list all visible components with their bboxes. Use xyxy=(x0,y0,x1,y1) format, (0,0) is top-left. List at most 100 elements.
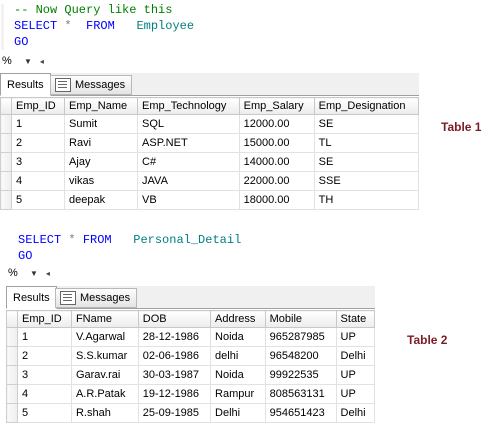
table-cell[interactable]: UP xyxy=(335,365,376,385)
table-row[interactable]: 4 A.R.Patak 19-12-1986 Rampur 808563131 UP xyxy=(6,384,376,404)
table-cell[interactable]: 2 xyxy=(10,133,66,153)
table-cell[interactable]: 18000.00 xyxy=(238,190,315,210)
table-row[interactable]: 5 R.shah 25-09-1985 Delhi 954651423 Delhi xyxy=(6,403,376,423)
row-selector[interactable] xyxy=(0,114,12,134)
table-row[interactable]: 3 Garav.rai 30-03-1987 Noida 99922535 UP xyxy=(6,365,376,385)
table-cell[interactable]: SQL xyxy=(137,114,240,134)
sql-statement-1[interactable]: SELECT * FROM Employee xyxy=(14,18,194,34)
sql-statement-2[interactable]: SELECT * FROM Personal_Detail xyxy=(18,232,241,248)
table-cell[interactable]: TH xyxy=(313,190,420,210)
table-cell[interactable]: Delhi xyxy=(335,346,376,366)
table-cell[interactable]: JAVA xyxy=(137,171,240,191)
table-cell[interactable]: SE xyxy=(313,114,420,134)
row-selector[interactable] xyxy=(6,346,18,366)
tab-messages-1[interactable]: Messages xyxy=(50,75,133,95)
table-cell[interactable]: 02-06-1986 xyxy=(137,346,212,366)
tab-results-2[interactable]: Results xyxy=(6,286,57,309)
zoom-control[interactable]: % ▼ ◂ xyxy=(6,265,66,281)
table-cell[interactable]: VB xyxy=(137,190,240,210)
table-cell[interactable]: UP xyxy=(335,327,376,347)
chevron-down-icon[interactable]: ▼ xyxy=(24,57,32,66)
table-cell[interactable]: 965287985 xyxy=(264,327,337,347)
grid-corner[interactable] xyxy=(6,310,18,328)
column-header[interactable]: Emp_ID xyxy=(17,310,72,328)
table-cell[interactable]: Noida xyxy=(210,365,266,385)
table-row[interactable]: 1 V.Agarwal 28-12-1986 Noida 965287985 UP xyxy=(6,327,376,347)
table-cell[interactable]: 3 xyxy=(10,152,66,172)
row-selector[interactable] xyxy=(0,171,12,191)
table-cell[interactable]: Delhi xyxy=(335,403,376,423)
table-cell[interactable]: A.R.Patak xyxy=(70,384,139,404)
column-header[interactable]: Emp_ID xyxy=(10,97,66,115)
table-cell[interactable]: Delhi xyxy=(210,403,266,423)
tab-results-1[interactable]: Results xyxy=(0,73,51,96)
table-row[interactable]: 4 vikas JAVA 22000.00 SSE xyxy=(0,171,420,191)
table-cell[interactable]: 28-12-1986 xyxy=(137,327,212,347)
row-selector[interactable] xyxy=(0,133,12,153)
table-cell[interactable]: 1 xyxy=(10,114,66,134)
table-cell[interactable]: R.shah xyxy=(70,403,139,423)
column-header[interactable]: FName xyxy=(70,310,139,328)
zoom-control[interactable]: % ▼ ◂ xyxy=(0,53,60,69)
table-row[interactable]: 1 Sumit SQL 12000.00 SE xyxy=(0,114,420,134)
results-grid-2[interactable]: Emp_ID FName DOB Address Mobile State 1 V.Agar… xyxy=(6,310,376,423)
table-cell[interactable]: 30-03-1987 xyxy=(137,365,212,385)
column-header[interactable]: DOB xyxy=(137,310,212,328)
table-row[interactable]: 5 deepak VB 18000.00 TH xyxy=(0,190,420,210)
table-cell[interactable]: Sumit xyxy=(64,114,139,134)
table-cell[interactable]: SSE xyxy=(313,171,420,191)
table-cell[interactable]: 99922535 xyxy=(264,365,337,385)
row-selector[interactable] xyxy=(0,152,12,172)
table-cell[interactable]: Garav.rai xyxy=(70,365,139,385)
column-header[interactable]: Emp_Technology xyxy=(137,97,240,115)
table-cell[interactable]: 25-09-1985 xyxy=(137,403,212,423)
table-cell[interactable]: SE xyxy=(313,152,420,172)
table-cell[interactable]: S.S.kumar xyxy=(70,346,139,366)
table-cell[interactable]: 4 xyxy=(10,171,66,191)
results-grid-1[interactable]: Emp_ID Emp_Name Emp_Technology Emp_Salary Em… xyxy=(0,97,420,210)
table-cell[interactable]: delhi xyxy=(210,346,266,366)
table-cell[interactable]: C# xyxy=(137,152,240,172)
table-cell[interactable]: 14000.00 xyxy=(238,152,315,172)
row-selector[interactable] xyxy=(6,365,18,385)
table-cell[interactable]: 15000.00 xyxy=(238,133,315,153)
column-header[interactable]: Emp_Name xyxy=(64,97,139,115)
table-cell[interactable]: 2 xyxy=(17,346,72,366)
arrow-left-icon[interactable]: ◂ xyxy=(40,57,44,66)
table-cell[interactable]: 22000.00 xyxy=(238,171,315,191)
table-cell[interactable]: 4 xyxy=(17,384,72,404)
table-cell[interactable]: Ajay xyxy=(64,152,139,172)
table-row[interactable]: 2 Ravi ASP.NET 15000.00 TL xyxy=(0,133,420,153)
table-cell[interactable]: 5 xyxy=(10,190,66,210)
table-cell[interactable]: Ravi xyxy=(64,133,139,153)
row-selector[interactable] xyxy=(6,327,18,347)
table-cell[interactable]: 96548200 xyxy=(264,346,337,366)
table-cell[interactable]: deepak xyxy=(64,190,139,210)
table-cell[interactable]: 954651423 xyxy=(264,403,337,423)
table-cell[interactable]: Rampur xyxy=(210,384,266,404)
column-header[interactable]: Mobile xyxy=(264,310,337,328)
table-cell[interactable]: 5 xyxy=(17,403,72,423)
table-cell[interactable]: vikas xyxy=(64,171,139,191)
row-selector[interactable] xyxy=(0,190,12,210)
column-header[interactable]: State xyxy=(335,310,376,328)
grid-corner[interactable] xyxy=(0,97,12,115)
table-row[interactable]: 2 S.S.kumar 02-06-1986 delhi 96548200 Delhi xyxy=(6,346,376,366)
table-cell[interactable]: 1 xyxy=(17,327,72,347)
table-cell[interactable]: V.Agarwal xyxy=(70,327,139,347)
table-cell[interactable]: UP xyxy=(335,384,376,404)
table-cell[interactable]: 12000.00 xyxy=(238,114,315,134)
row-selector[interactable] xyxy=(6,384,18,404)
table-cell[interactable]: 3 xyxy=(17,365,72,385)
table-cell[interactable]: 808563131 xyxy=(264,384,337,404)
tab-messages-2[interactable]: Messages xyxy=(55,288,138,308)
table-cell[interactable]: ASP.NET xyxy=(137,133,240,153)
row-selector[interactable] xyxy=(6,403,18,423)
column-header[interactable]: Emp_Salary xyxy=(238,97,315,115)
chevron-down-icon[interactable]: ▼ xyxy=(30,269,38,278)
column-header[interactable]: Emp_Designation xyxy=(313,97,420,115)
table-cell[interactable]: Noida xyxy=(210,327,266,347)
arrow-left-icon[interactable]: ◂ xyxy=(46,269,50,278)
table-row[interactable]: 3 Ajay C# 14000.00 SE xyxy=(0,152,420,172)
table-cell[interactable]: 19-12-1986 xyxy=(137,384,212,404)
